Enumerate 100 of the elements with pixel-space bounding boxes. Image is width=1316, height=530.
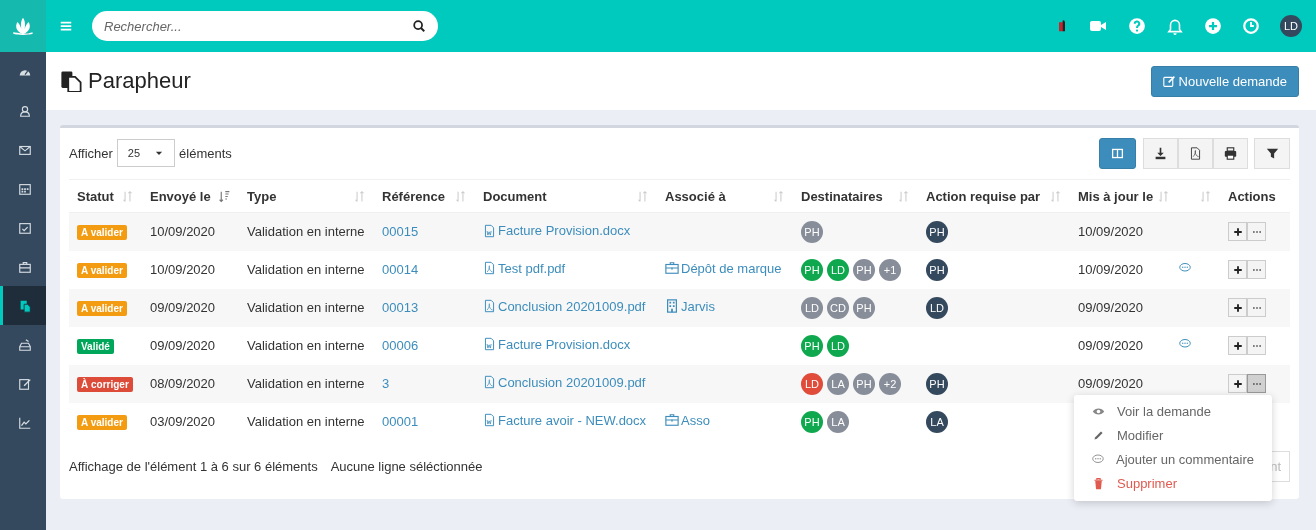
columns-icon [1111, 146, 1124, 160]
column-header[interactable]: Mis à jour le [1078, 188, 1154, 204]
table-cell: 10/09/2020 [150, 262, 216, 277]
column-header[interactable]: Type [247, 188, 277, 204]
building-icon [665, 299, 679, 314]
plus-icon [1232, 226, 1243, 237]
menu-item[interactable]: Supprimer [1074, 471, 1272, 496]
table-cell: 09/09/2020 [150, 338, 216, 353]
document-link[interactable]: Facture avoir - NEW.docx [483, 412, 647, 428]
table-cell: Validation en interne [247, 262, 365, 277]
reference-link[interactable]: 00014 [382, 262, 419, 277]
bell-icon [1166, 17, 1184, 35]
recipient-avatar: LD [827, 334, 849, 357]
download-icon [1154, 146, 1167, 160]
table-cell: Validation en interne [247, 376, 365, 391]
table-cell: 10/09/2020 [150, 224, 216, 240]
briefcase-icon [17, 259, 32, 274]
associated-link[interactable]: Dépôt de marque [665, 260, 782, 276]
reference-link[interactable]: 00013 [382, 300, 419, 315]
help-icon [1128, 17, 1146, 35]
table-cell: Validation en interne [247, 338, 365, 353]
column-header[interactable]: Destinataires [801, 188, 883, 204]
briefcase-icon [665, 413, 679, 428]
pdf-file-icon [483, 261, 496, 276]
recipient-avatar: +2 [879, 372, 901, 395]
status-badge: Validé [77, 338, 114, 354]
new-request-button[interactable]: Nouvelle demande [1150, 65, 1299, 97]
table-cell: Validation en interne [247, 300, 365, 315]
trash-icon [1092, 477, 1105, 490]
status-badge: À corriger [77, 376, 133, 392]
speech-bubble-icon [1178, 262, 1192, 274]
word-file-icon [483, 223, 496, 238]
status-badge: A valider [77, 300, 127, 316]
clock-icon [1242, 17, 1260, 35]
menu-item[interactable]: Ajouter un commentaire [1074, 447, 1272, 472]
reference-link[interactable]: 00001 [382, 414, 419, 429]
status-badge: A valider [77, 414, 127, 430]
column-header[interactable]: Actions [1228, 188, 1276, 204]
filter-icon [1265, 146, 1279, 160]
plus-icon [1232, 302, 1243, 313]
recipient-avatar: LD [801, 372, 823, 395]
add-icon [1204, 17, 1222, 35]
chart-icon [17, 415, 32, 430]
document-link[interactable]: Facture Provision.docx [483, 336, 631, 352]
reference-link[interactable]: 00015 [382, 224, 419, 240]
video-camera-icon [1088, 18, 1108, 34]
recipient-avatar: LA [827, 410, 849, 433]
recipient-avatar: +1 [879, 258, 901, 281]
table-cell: Validation en interne [247, 414, 365, 429]
add-button[interactable] [1228, 374, 1247, 393]
column-header[interactable]: Associé à [665, 188, 726, 204]
table-cell: 10/09/2020 [1078, 224, 1144, 240]
column-header[interactable]: Document [483, 188, 547, 204]
page-size-select[interactable]: 25 [116, 139, 176, 167]
reference-link[interactable]: 00006 [382, 338, 419, 353]
eye-icon [1092, 405, 1105, 418]
add-button[interactable] [1228, 298, 1247, 317]
recipient-avatar: LD [827, 258, 849, 281]
column-header[interactable]: Statut [77, 188, 114, 204]
recipient-avatar: PH [853, 258, 875, 281]
search-icon [412, 19, 426, 33]
word-file-icon [483, 337, 496, 352]
column-header[interactable]: Envoyé le [150, 188, 211, 204]
edit-icon [1162, 74, 1176, 88]
document-link[interactable]: Test pdf.pdf [483, 260, 566, 276]
menu-item[interactable]: Voir la demande [1074, 399, 1272, 424]
sidebar-item[interactable] [0, 286, 46, 325]
assignee-avatar: PH [926, 220, 948, 243]
show-suffix: éléments [179, 145, 232, 161]
recipient-avatar: PH [801, 220, 823, 243]
documents-icon [60, 70, 82, 92]
speech-bubble-icon [1178, 338, 1192, 350]
word-file-icon [483, 413, 496, 428]
menu-item[interactable]: Modifier [1074, 423, 1272, 448]
add-button[interactable] [1228, 222, 1247, 242]
assignee-avatar: LD [926, 296, 948, 319]
calendar-check-icon [17, 220, 32, 235]
search-field[interactable]: Rechercher... [92, 11, 438, 41]
tray-icon [17, 337, 32, 352]
recipient-avatar: PH [801, 334, 823, 357]
assignee-avatar: PH [926, 372, 948, 395]
pdf-file-icon [1189, 146, 1202, 160]
associated-link[interactable]: Jarvis [665, 298, 715, 314]
associated-link[interactable]: Asso [665, 412, 710, 428]
table-cell: 08/09/2020 [150, 376, 216, 391]
add-button[interactable] [1228, 336, 1247, 355]
add-button[interactable] [1228, 260, 1247, 279]
pencil-icon [1092, 429, 1105, 442]
calendar-icon [17, 181, 32, 196]
user-avatar[interactable]: LD [1280, 15, 1302, 37]
table-cell: 09/09/2020 [1078, 300, 1144, 315]
recipient-avatar: LD [801, 296, 823, 319]
column-header[interactable]: Action requise par [926, 188, 1041, 204]
status-badge: A valider [77, 262, 127, 278]
recipient-avatar: CD [827, 296, 849, 319]
reference-link[interactable]: 3 [382, 376, 390, 391]
printer-icon [1224, 146, 1237, 160]
recipient-avatar: PH [853, 296, 875, 319]
column-header[interactable]: Référence [382, 188, 445, 204]
table-info: Affichage de l'élément 1 à 6 sur 6 éléments [69, 459, 318, 474]
